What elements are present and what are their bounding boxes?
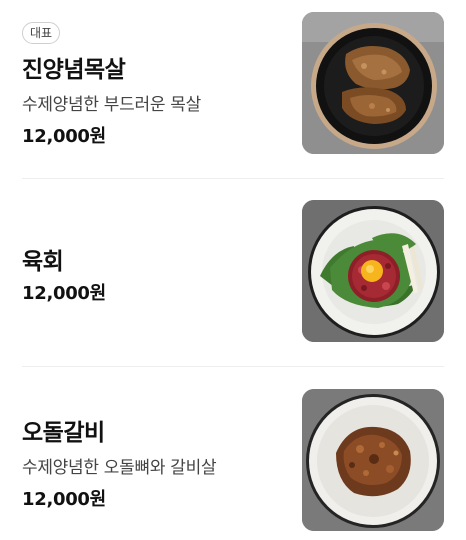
menu-item-image [302, 389, 444, 531]
rib-cartilage-icon [302, 389, 444, 531]
menu-item-price: 12,000원 [22, 283, 106, 304]
beef-tartare-icon [302, 200, 444, 342]
menu-item-description: 수제양념한 오돌뼈와 갈비살 [22, 458, 217, 478]
signature-badge: 대표 [22, 22, 61, 44]
menu-item-name: 육회 [22, 249, 64, 275]
menu-item-price: 12,000원 [22, 126, 106, 147]
menu-item[interactable]: 육회 12,000원 [0, 179, 466, 366]
menu-item-name: 진양념목살 [22, 57, 126, 83]
menu-item-name: 오돌갈비 [22, 420, 105, 446]
marinated-pork-neck-icon [302, 12, 444, 154]
menu-item-description: 수제양념한 부드러운 목살 [22, 95, 201, 115]
menu-item-info: 대표 [22, 22, 61, 44]
menu-item[interactable]: 대표 진양념목살 수제양념한 부드러운 목살 12,000원 [0, 0, 466, 178]
menu-item[interactable]: 오돌갈비 수제양념한 오돌뼈와 갈비살 12,000원 [0, 367, 466, 540]
menu-item-image [302, 200, 444, 342]
menu-item-image [302, 12, 444, 154]
menu-item-price: 12,000원 [22, 489, 106, 510]
